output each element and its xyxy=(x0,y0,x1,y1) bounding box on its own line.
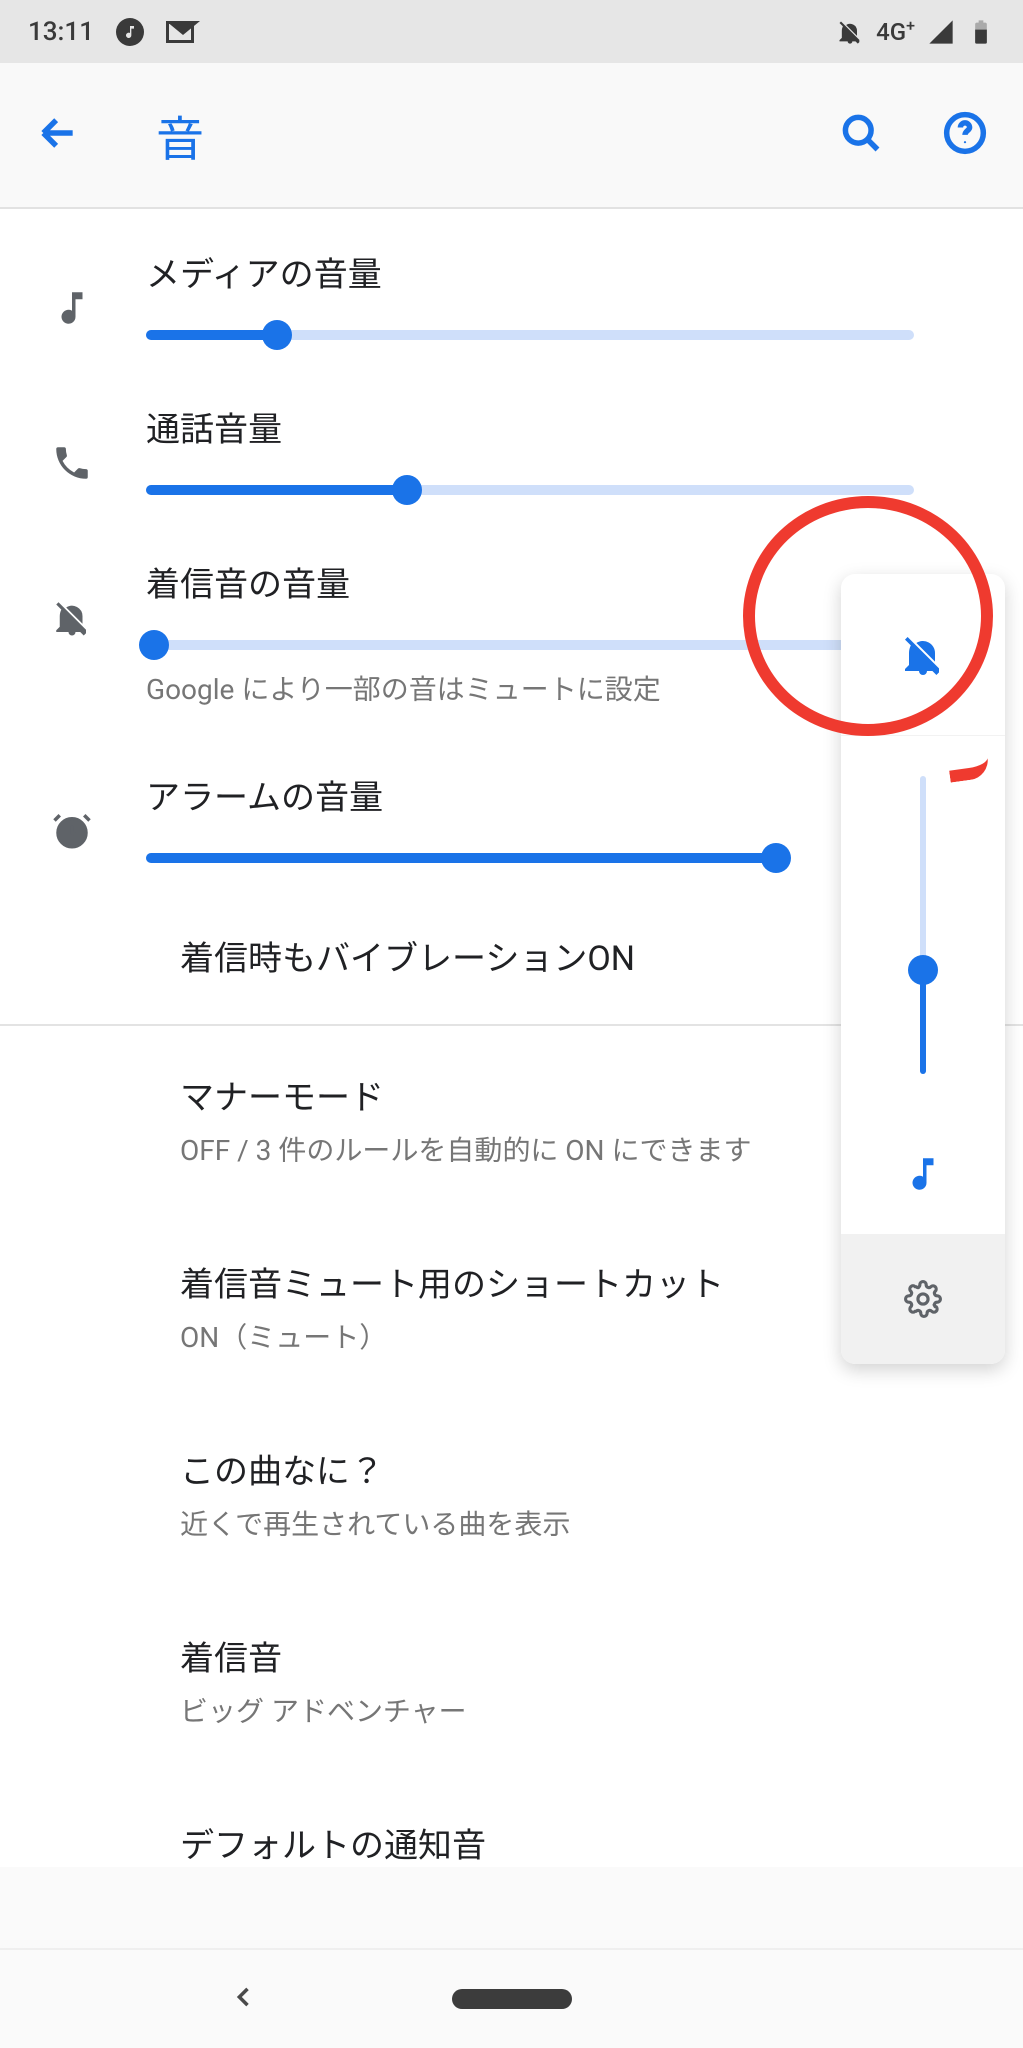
now-playing-title: この曲なに？ xyxy=(180,1444,1023,1493)
default-notification-sound-title: デフォルトの通知音 xyxy=(180,1818,1023,1867)
back-button[interactable] xyxy=(36,111,80,159)
ringtone-sub: ビッグ アドベンチャー xyxy=(180,1690,1023,1730)
notifications-off-icon xyxy=(836,18,864,46)
nav-home-pill[interactable] xyxy=(452,1989,572,2009)
media-volume-row: メディアの音量 xyxy=(0,209,1023,364)
ring-volume-slider[interactable] xyxy=(146,640,914,650)
call-volume-row: 通話音量 xyxy=(0,364,1023,519)
volume-stream-icon[interactable] xyxy=(841,1114,1005,1234)
gmail-icon xyxy=(166,18,194,46)
ringer-mode-button[interactable] xyxy=(841,574,1005,736)
music-note-icon xyxy=(48,287,96,329)
nav-back-button[interactable] xyxy=(230,1983,258,2015)
app-bar: 音 xyxy=(0,63,1023,209)
navigation-bar xyxy=(0,1948,1023,2048)
music-app-icon xyxy=(116,18,144,46)
help-button[interactable] xyxy=(943,111,987,159)
search-button[interactable] xyxy=(839,111,883,159)
ringtone-row[interactable]: 着信音 ビッグ アドベンチャー xyxy=(0,1587,1023,1774)
call-volume-slider[interactable] xyxy=(146,485,914,495)
status-bar: 13:11 4G+ xyxy=(0,0,1023,63)
now-playing-sub: 近くで再生されている曲を表示 xyxy=(180,1503,1023,1543)
call-volume-label: 通話音量 xyxy=(146,402,975,451)
alarm-icon xyxy=(48,810,96,852)
default-notification-sound-row[interactable]: デフォルトの通知音 xyxy=(0,1774,1023,1867)
network-type: 4G+ xyxy=(876,18,915,46)
status-time: 13:11 xyxy=(28,17,94,47)
notifications-off-icon xyxy=(48,597,96,639)
media-volume-slider[interactable] xyxy=(146,330,914,340)
volume-settings-button[interactable] xyxy=(841,1234,1005,1364)
phone-icon xyxy=(48,442,96,484)
media-volume-label: メディアの音量 xyxy=(146,247,975,296)
now-playing-row[interactable]: この曲なに？ 近くで再生されている曲を表示 xyxy=(0,1400,1023,1587)
volume-panel xyxy=(841,574,1005,1364)
volume-panel-slider[interactable] xyxy=(920,736,926,1114)
page-title: 音 xyxy=(156,100,204,170)
alarm-volume-slider[interactable] xyxy=(146,853,776,863)
ringtone-title: 着信音 xyxy=(180,1631,1023,1680)
signal-icon xyxy=(927,18,955,46)
battery-icon xyxy=(967,18,995,46)
